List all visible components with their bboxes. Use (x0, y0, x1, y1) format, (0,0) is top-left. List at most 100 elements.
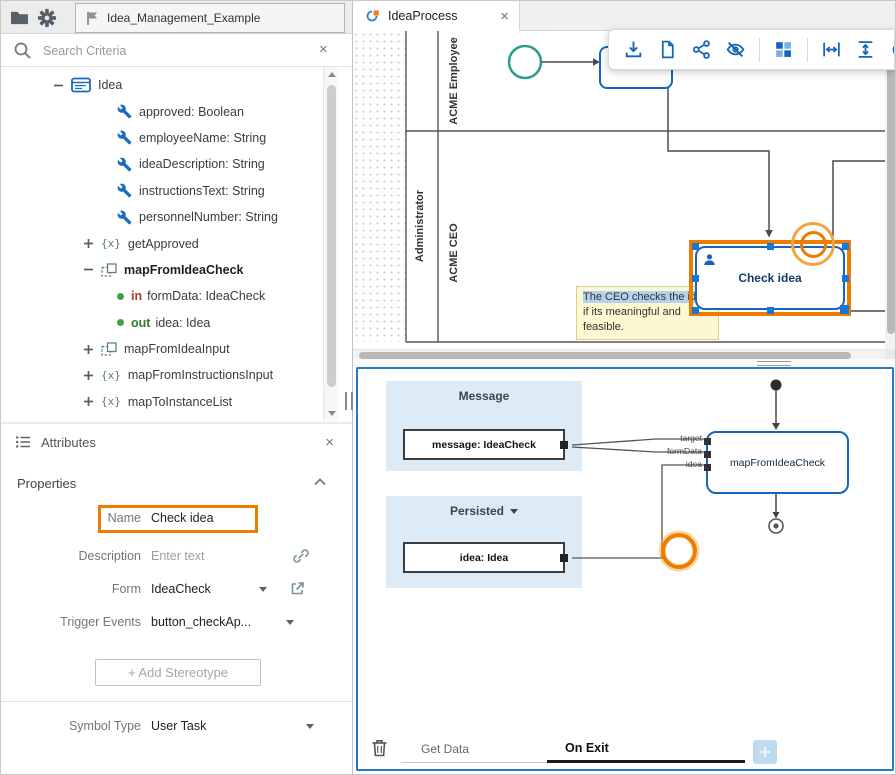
selection-handle[interactable] (842, 275, 849, 282)
project-tab[interactable]: Idea_Management_Example (75, 3, 345, 33)
map-from-idea-check-node[interactable]: mapFromIdeaCheck (706, 431, 849, 494)
property-row-description: Description Enter text (1, 546, 352, 570)
tab-idea-process[interactable]: IdeaProcess × (353, 1, 520, 31)
form-dropdown-caret-icon[interactable] (259, 587, 267, 592)
distribute-vertical-icon[interactable] (855, 39, 876, 60)
scroll-up-icon[interactable] (328, 72, 336, 77)
diagram-vertical-scrollbar[interactable] (885, 31, 896, 349)
tree-item-idea[interactable]: Idea (1, 72, 323, 98)
tab-close-button[interactable]: × (500, 9, 509, 24)
expand-plus-icon[interactable] (83, 370, 94, 381)
selection-handle[interactable] (692, 275, 699, 282)
input-port-form-data[interactable] (704, 451, 711, 458)
distribute-horizontal-icon[interactable] (821, 39, 842, 60)
tree-scrollbar[interactable] (323, 67, 338, 421)
open-external-icon[interactable] (289, 580, 306, 597)
user-task-person-icon (703, 253, 716, 266)
expand-plus-icon[interactable] (83, 344, 94, 355)
tree-item-label: mapToInstanceList (128, 395, 232, 409)
trigger-events-value[interactable]: button_checkAp... (151, 615, 251, 629)
selection-handle[interactable] (692, 243, 699, 250)
folder-button[interactable] (6, 5, 32, 31)
search-clear-button[interactable]: × (319, 42, 328, 57)
layout-grid-icon[interactable] (773, 39, 794, 60)
selection-handle-resize[interactable] (840, 305, 849, 314)
tree-item-label: ideaDescription: String (139, 157, 265, 171)
tab-get-data[interactable]: Get Data (401, 735, 547, 763)
mapping-connectors (358, 369, 892, 769)
selection-handle[interactable] (842, 243, 849, 250)
tree-item-attribute[interactable]: ideaDescription: String (1, 151, 323, 177)
form-value[interactable]: IdeaCheck (151, 582, 211, 596)
refresh-icon-clipped[interactable] (889, 39, 895, 60)
link-icon[interactable] (292, 547, 310, 565)
tree-item-attribute[interactable]: approved: Boolean (1, 98, 323, 124)
expand-plus-icon[interactable] (83, 396, 94, 407)
bpmn-diagram-canvas[interactable]: ACME Employee Administrator ACME CEO The… (353, 31, 896, 349)
collapse-minus-icon[interactable] (53, 80, 64, 91)
search-input[interactable] (43, 39, 301, 62)
tree-item-operation[interactable]: {x} getApproved (1, 230, 323, 256)
horizontal-splitter[interactable] (353, 359, 896, 367)
toolbar-separator (759, 38, 760, 62)
plus-icon (759, 746, 771, 758)
panel-drag-handle[interactable] (345, 392, 353, 410)
tree-item-mapping[interactable]: mapFromIdeaInput (1, 336, 323, 362)
chevron-up-icon[interactable] (314, 478, 326, 486)
settings-button[interactable] (34, 5, 60, 31)
tree-item-operation[interactable]: {x} mapFromInstructionsInput (1, 362, 323, 388)
trash-icon (370, 738, 389, 758)
operation-icon: {x} (101, 237, 121, 250)
lane-label-acme-employee: ACME Employee (448, 31, 464, 141)
input-port-target[interactable] (704, 438, 711, 445)
tree-item-attribute[interactable]: employeeName: String (1, 125, 323, 151)
v-scrollbar-thumb[interactable] (887, 34, 895, 334)
h-scrollbar-thumb[interactable] (359, 352, 851, 359)
add-stereotype-button[interactable]: + Add Stereotype (95, 659, 261, 686)
operation-icon: {x} (101, 395, 121, 408)
symbol-type-value[interactable]: User Task (151, 719, 206, 733)
diagram-horizontal-scrollbar[interactable] (353, 349, 885, 359)
selection-handle[interactable] (692, 307, 699, 314)
collapse-minus-icon[interactable] (83, 264, 94, 275)
description-value[interactable]: Enter text (151, 549, 205, 563)
attributes-title: Attributes (41, 435, 96, 450)
tree-scrollbar-thumb[interactable] (327, 85, 336, 387)
tree-item-parameter-out[interactable]: out idea: Idea (1, 310, 323, 336)
download-icon[interactable] (623, 39, 644, 60)
selection-handle[interactable] (767, 243, 774, 250)
add-tab-button[interactable] (753, 740, 777, 764)
tree-item-parameter-in[interactable]: in formData: IdeaCheck (1, 283, 323, 309)
tree-item-attribute[interactable]: instructionsText: String (1, 178, 323, 204)
mapping-icon (101, 263, 117, 277)
document-icon[interactable] (657, 39, 678, 60)
tab-on-exit[interactable]: On Exit (547, 735, 745, 763)
node-port-label: idea (686, 459, 702, 469)
node-label: mapFromIdeaCheck (730, 457, 825, 469)
tree-item-label: approved: Boolean (139, 105, 244, 119)
trigger-dropdown-caret-icon[interactable] (286, 620, 294, 625)
tree-item-operation[interactable]: {x} mapToInstanceList (1, 389, 323, 415)
share-icon[interactable] (691, 39, 712, 60)
hide-eye-off-icon[interactable] (725, 39, 746, 60)
property-row-symbol-type: Symbol Type User Task (1, 716, 352, 740)
delete-mapping-button[interactable] (370, 738, 389, 763)
description-label: Description (1, 549, 141, 563)
expand-plus-icon[interactable] (83, 238, 94, 249)
parameter-direction: in (131, 289, 142, 303)
scroll-down-icon[interactable] (328, 411, 336, 416)
selection-handle[interactable] (767, 307, 774, 314)
splitter-grip-icon[interactable] (757, 361, 791, 366)
attributes-close-button[interactable]: × (325, 435, 334, 450)
tree-item-label: mapFromIdeaCheck (124, 263, 243, 277)
mapping-editor-panel[interactable]: Message message: IdeaCheck Persisted ide… (356, 367, 894, 771)
form-label: Form (1, 582, 141, 596)
search-icon (13, 41, 32, 60)
name-value[interactable]: Check idea (151, 511, 214, 525)
tree-item-mapping-selected[interactable]: mapFromIdeaCheck (1, 257, 323, 283)
symbol-type-dropdown-caret-icon[interactable] (306, 724, 314, 729)
wrench-icon (117, 104, 132, 119)
input-port-idea[interactable] (704, 464, 711, 471)
tree-item-attribute[interactable]: personnelNumber: String (1, 204, 323, 230)
tree-item-label: mapFromIdeaInput (124, 342, 230, 356)
